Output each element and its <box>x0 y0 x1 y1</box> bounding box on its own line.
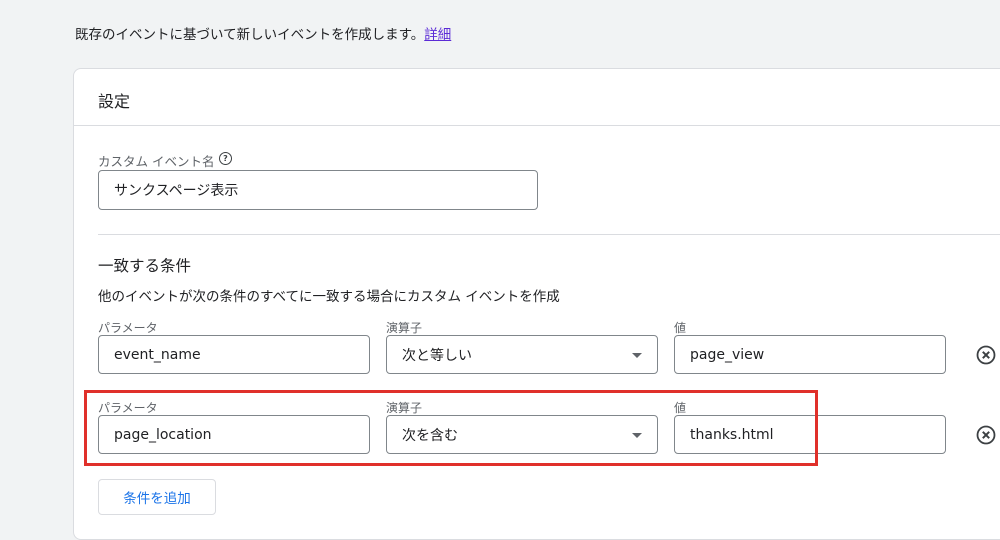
operator-select[interactable]: 次と等しい <box>386 335 658 374</box>
operator-value: 次と等しい <box>402 347 472 364</box>
add-condition-button[interactable]: 条件を追加 <box>98 479 216 515</box>
dropdown-arrow-icon <box>632 352 642 358</box>
custom-event-name-input[interactable]: サンクスページ表示 <box>98 170 538 210</box>
operator-label: 演算子 <box>386 321 423 335</box>
highlight-box <box>84 390 818 466</box>
conditions-title: 一致する条件 <box>98 257 192 275</box>
parameter-label: パラメータ <box>98 321 158 335</box>
intro-description: 既存のイベントに基づいて新しいイベントを作成します。 <box>75 27 425 43</box>
intro-text: 既存のイベントに基づいて新しいイベントを作成します。詳細 <box>75 23 451 43</box>
divider <box>74 125 1000 126</box>
learn-more-link[interactable]: 詳細 <box>424 27 451 43</box>
remove-condition-icon[interactable] <box>976 345 996 365</box>
conditions-description: 他のイベントが次の条件のすべてに一致する場合にカスタム イベントを作成 <box>98 289 560 305</box>
settings-card: 設定 カスタム イベント名 ? サンクスページ表示 一致する条件 他のイベントが… <box>73 68 1000 540</box>
divider <box>98 234 1000 235</box>
help-icon[interactable]: ? <box>219 152 232 165</box>
custom-event-name-label: カスタム イベント名 <box>98 154 215 169</box>
parameter-input[interactable]: event_name <box>98 335 370 374</box>
card-title: 設定 <box>98 92 131 111</box>
value-input[interactable]: page_view <box>674 335 946 374</box>
remove-condition-icon[interactable] <box>976 425 996 445</box>
value-label: 値 <box>674 321 687 335</box>
